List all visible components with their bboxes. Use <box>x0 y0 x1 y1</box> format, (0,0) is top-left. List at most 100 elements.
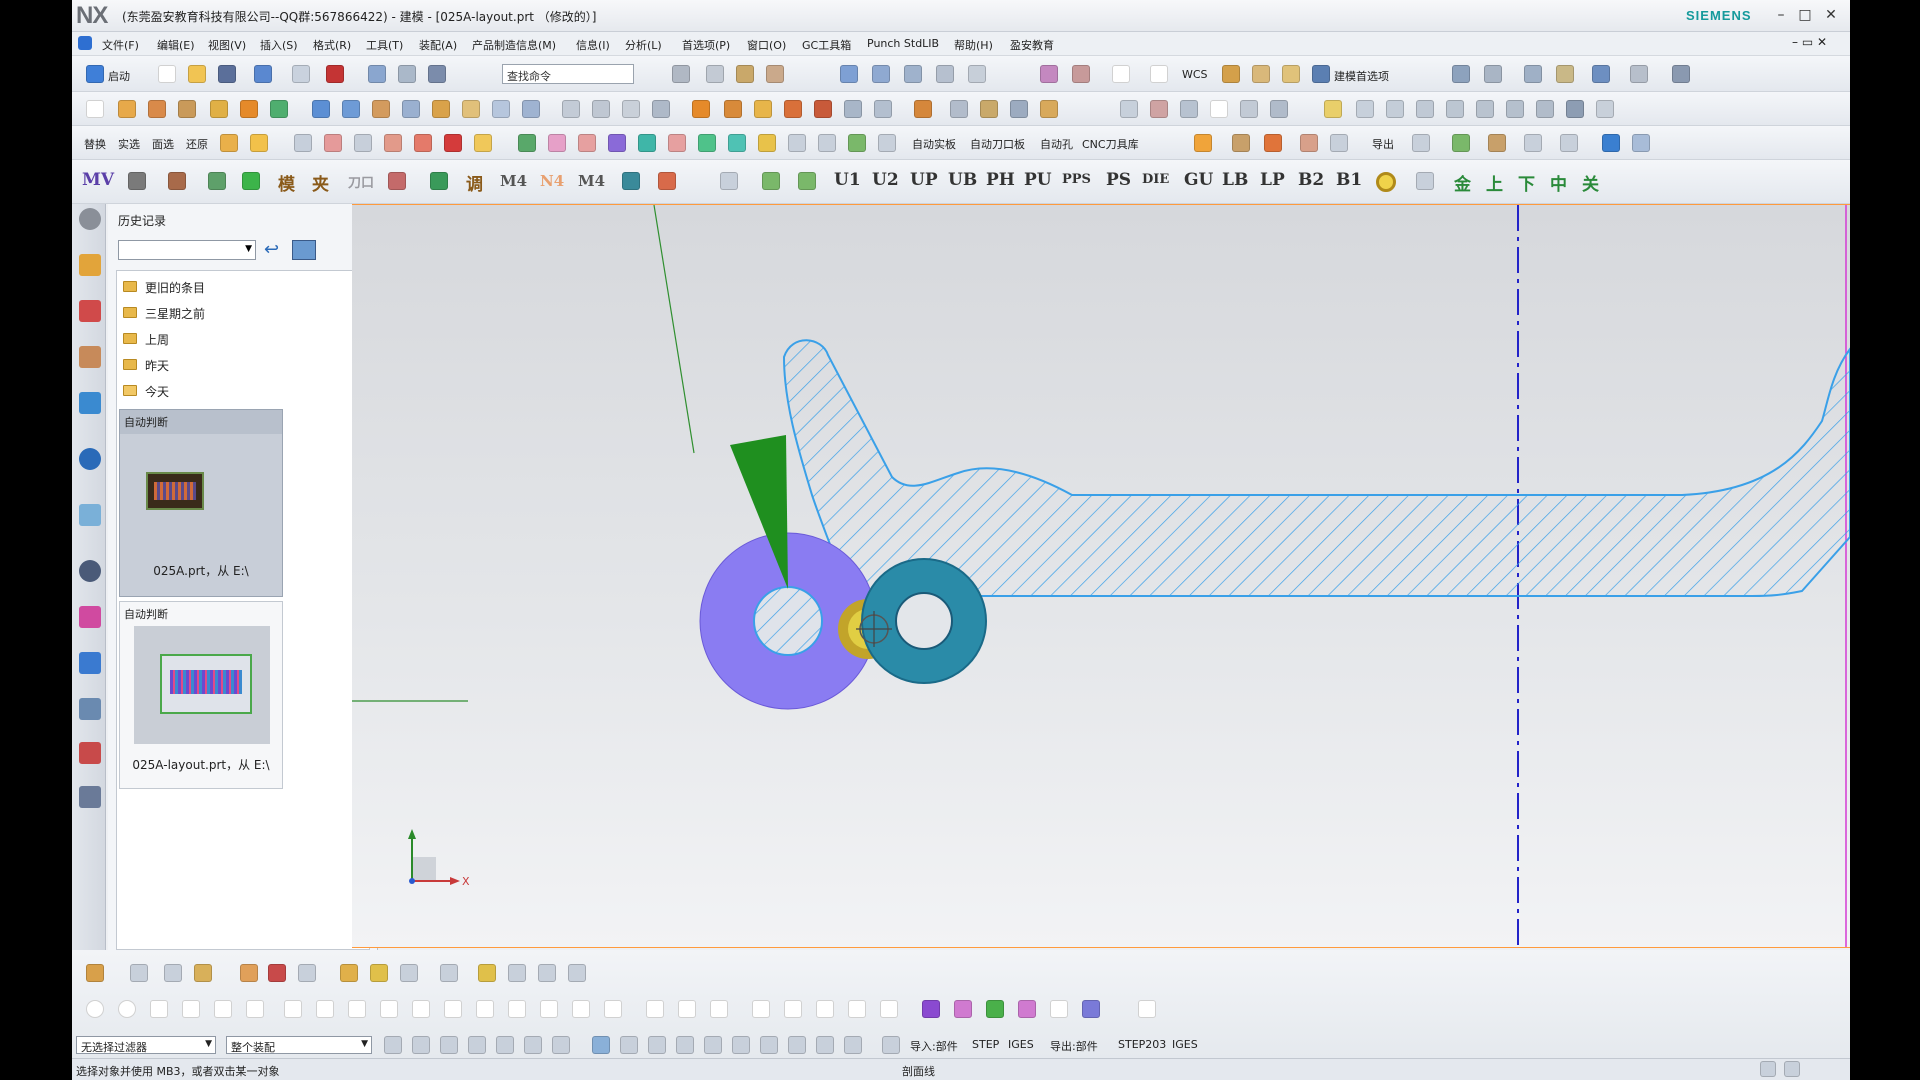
view-icon[interactable] <box>1632 134 1650 152</box>
curve3-icon[interactable] <box>1386 100 1404 118</box>
fill5-icon[interactable] <box>1050 1000 1068 1018</box>
line-draw11-icon[interactable] <box>604 1000 622 1018</box>
tool-icon[interactable] <box>1524 65 1542 83</box>
curve10-icon[interactable] <box>1596 100 1614 118</box>
doc-window-controls[interactable]: – ▭ ✕ <box>1792 35 1827 49</box>
draft-icon[interactable] <box>402 100 420 118</box>
u1-button[interactable]: U1 <box>834 170 861 190</box>
single-icon[interactable] <box>1264 134 1282 152</box>
menu-gc-toolbox[interactable]: GC工具箱 <box>802 37 851 53</box>
diamond-icon[interactable] <box>1194 134 1212 152</box>
select-tool4-icon[interactable] <box>468 1036 486 1054</box>
mold-tool11-icon[interactable] <box>548 134 566 152</box>
snap-grid-icon[interactable] <box>592 1036 610 1054</box>
material-icon[interactable] <box>1524 134 1542 152</box>
line-icon[interactable] <box>1120 100 1138 118</box>
snap-control-icon[interactable] <box>676 1036 694 1054</box>
snap-tool11-icon[interactable] <box>440 964 458 982</box>
scissors-icon[interactable] <box>1330 134 1348 152</box>
pu-button[interactable]: PU <box>1024 170 1052 190</box>
snap-tool5-icon[interactable] <box>240 964 258 982</box>
menu-preferences[interactable]: 首选项(P) <box>682 37 730 53</box>
hole-auto-icon[interactable] <box>622 172 640 190</box>
mold-tool2-icon[interactable] <box>250 134 268 152</box>
line-draw2-icon[interactable] <box>316 1000 334 1018</box>
temp-icon[interactable] <box>1416 172 1434 190</box>
auto-hole-button[interactable]: 自动孔 <box>1040 136 1073 152</box>
curve2-icon[interactable] <box>1356 100 1374 118</box>
m4-button[interactable]: M4 <box>500 172 527 190</box>
dim-icon[interactable] <box>752 1000 770 1018</box>
sketch-icon[interactable] <box>672 65 690 83</box>
dim4-icon[interactable] <box>848 1000 866 1018</box>
export-part-button[interactable]: 导出:部件 <box>1050 1038 1098 1054</box>
mold-tool18-icon[interactable] <box>758 134 776 152</box>
selection-filter-dropdown[interactable]: 无选择过滤器 ▼ <box>76 1036 216 1054</box>
thumbnail-view-icon[interactable] <box>292 240 316 260</box>
maximize-icon[interactable]: □ <box>1796 6 1814 24</box>
mold-tool19-icon[interactable] <box>788 134 806 152</box>
curve-icon[interactable] <box>736 65 754 83</box>
measure-icon[interactable] <box>1222 65 1240 83</box>
chamfer-icon[interactable] <box>342 100 360 118</box>
surface-icon[interactable] <box>840 65 858 83</box>
snap-curve-icon[interactable] <box>816 1036 834 1054</box>
close-plate-button[interactable]: 关 <box>1582 170 1599 195</box>
block-icon[interactable] <box>388 172 406 190</box>
highlight-icon[interactable] <box>1324 100 1342 118</box>
circle-tool1-icon[interactable] <box>86 1000 104 1018</box>
status-icon-2[interactable] <box>1784 1061 1800 1077</box>
restore-button[interactable]: 还原 <box>186 136 208 152</box>
system-materials-icon[interactable] <box>79 606 101 628</box>
snap-tool1-icon[interactable] <box>86 964 104 982</box>
surface2-icon[interactable] <box>872 65 890 83</box>
boss-icon[interactable] <box>210 100 228 118</box>
tool3-icon[interactable] <box>1592 65 1610 83</box>
mold-tool10-icon[interactable] <box>518 134 536 152</box>
snap-icon[interactable] <box>1484 65 1502 83</box>
u2-button[interactable]: U2 <box>872 170 899 190</box>
mold-button[interactable]: 模 <box>278 170 295 195</box>
swirl-icon[interactable] <box>1602 134 1620 152</box>
ruler-icon[interactable] <box>1252 65 1270 83</box>
plus-icon[interactable] <box>242 172 260 190</box>
fill-icon[interactable] <box>922 1000 940 1018</box>
pointer-icon[interactable] <box>128 172 146 190</box>
snap-tool9-icon[interactable] <box>370 964 388 982</box>
folder-yesterday[interactable]: 昨天 <box>123 355 363 375</box>
curve5-icon[interactable] <box>1446 100 1464 118</box>
import-iges-button[interactable]: IGES <box>1008 1038 1034 1051</box>
arc-draw-icon[interactable] <box>182 1000 200 1018</box>
menu-yingan[interactable]: 盈安教育 <box>1010 37 1054 53</box>
select-box2-icon[interactable] <box>1150 65 1168 83</box>
folder-today[interactable]: 今天 <box>123 381 363 401</box>
menu-edit[interactable]: 编辑(E) <box>157 37 195 53</box>
sweep-icon[interactable] <box>562 100 580 118</box>
line-draw3-icon[interactable] <box>348 1000 366 1018</box>
mold-tool21-icon[interactable] <box>848 134 866 152</box>
snap-tool13-icon[interactable] <box>508 964 526 982</box>
dim3-icon[interactable] <box>816 1000 834 1018</box>
arc-text-icon[interactable] <box>214 1000 232 1018</box>
line-draw7-icon[interactable] <box>476 1000 494 1018</box>
auto-plate-button[interactable]: 自动实板 <box>912 136 956 152</box>
curve7-icon[interactable] <box>1506 100 1524 118</box>
surface3-icon[interactable] <box>904 65 922 83</box>
layer2-icon[interactable] <box>1072 65 1090 83</box>
up-button[interactable]: UP <box>910 170 938 190</box>
ub-button[interactable]: UB <box>948 170 977 190</box>
export-step203-button[interactable]: STEP203 <box>1118 1038 1166 1051</box>
mold-tool6-icon[interactable] <box>384 134 402 152</box>
snap-tool8-icon[interactable] <box>340 964 358 982</box>
n4-button[interactable]: N4 <box>540 172 564 190</box>
m4-alt-button[interactable]: M4 <box>578 172 605 190</box>
back-arrow-icon[interactable]: ↩ <box>264 240 286 260</box>
bend-icon[interactable] <box>754 100 772 118</box>
trim-icon[interactable] <box>706 65 724 83</box>
punch-up-icon[interactable] <box>762 172 780 190</box>
revolve-icon[interactable] <box>148 100 166 118</box>
mold-tool7-icon[interactable] <box>414 134 432 152</box>
mv-button[interactable]: MV <box>82 170 114 190</box>
clamp-button[interactable]: 夹 <box>312 170 329 195</box>
mold-tool5-icon[interactable] <box>354 134 372 152</box>
